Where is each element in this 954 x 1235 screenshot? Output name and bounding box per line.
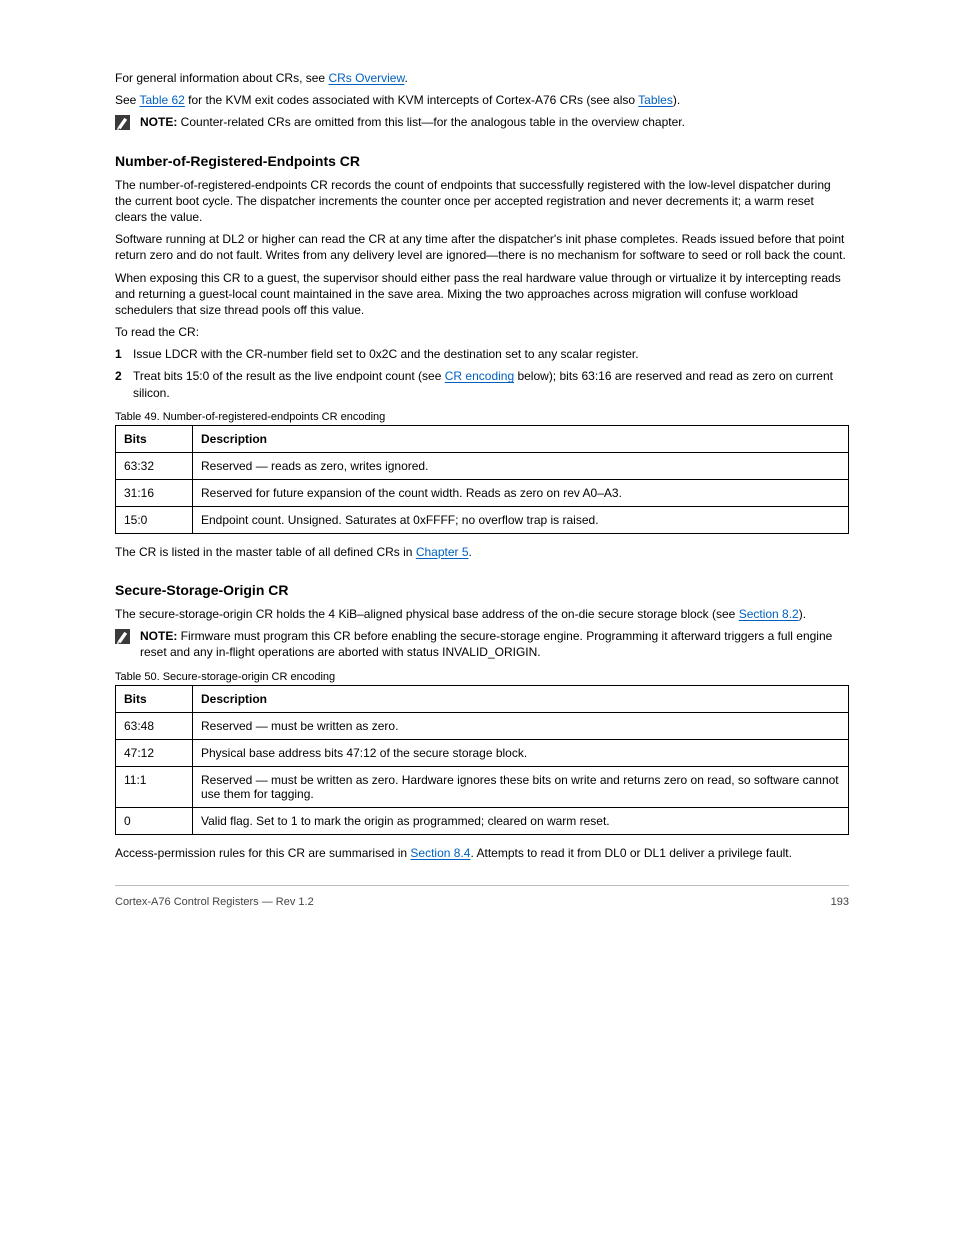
table-header-row: Bits Description [116, 425, 849, 452]
table-row: 31:16 Reserved for future expansion of t… [116, 479, 849, 506]
table-row: 63:48 Reserved — must be written as zero… [116, 712, 849, 739]
kvm-note-body: Counter-related CRs are omitted from thi… [177, 115, 685, 129]
cell-bits: 11:1 [116, 766, 193, 807]
col-desc-header: Description [193, 425, 849, 452]
cr-encoding-link[interactable]: CR encoding [445, 369, 514, 383]
sso-note: NOTE: Firmware must program this CR befo… [115, 628, 849, 660]
sso-post-paragraph: Access-permission rules for this CR are … [115, 845, 849, 861]
cell-bits: 47:12 [116, 739, 193, 766]
footer-divider [115, 885, 849, 886]
section-8-4-link[interactable]: Section 8.4 [410, 846, 470, 860]
intro-text-suffix: . [404, 71, 407, 85]
sso-table: Bits Description 63:48 Reserved — must b… [115, 685, 849, 835]
cell-desc: Reserved for future expansion of the cou… [193, 479, 849, 506]
table-header-row: Bits Description [116, 685, 849, 712]
table-row: 47:12 Physical base address bits 47:12 o… [116, 739, 849, 766]
step-text: Issue LDCR with the CR-number field set … [133, 347, 639, 361]
cell-desc: Endpoint count. Unsigned. Saturates at 0… [193, 506, 849, 533]
sso-heading: Secure-Storage-Origin CR [115, 582, 849, 598]
nre-p4: To read the CR: [115, 324, 849, 340]
nre-post-b: . [469, 545, 472, 559]
nre-p3: When exposing this CR to a guest, the su… [115, 270, 849, 319]
nre-table: Bits Description 63:32 Reserved — reads … [115, 425, 849, 534]
col-desc-header: Description [193, 685, 849, 712]
intro-paragraph: For general information about CRs, see C… [115, 70, 849, 86]
cell-desc: Reserved — reads as zero, writes ignored… [193, 452, 849, 479]
table-62-link[interactable]: Table 62 [139, 93, 184, 107]
nre-post-paragraph: The CR is listed in the master table of … [115, 544, 849, 560]
table-row: 11:1 Reserved — must be written as zero.… [116, 766, 849, 807]
cell-desc: Reserved — must be written as zero. Hard… [193, 766, 849, 807]
sso-post-a: Access-permission rules for this CR are … [115, 846, 410, 860]
nre-step-1: 1Issue LDCR with the CR-number field set… [115, 346, 849, 362]
step-text-a: Treat bits 15:0 of the result as the liv… [133, 369, 445, 383]
col-bits-header: Bits [116, 685, 193, 712]
kvm-note: NOTE: Counter-related CRs are omitted fr… [115, 114, 849, 130]
section-8-2-link[interactable]: Section 8.2 [739, 607, 799, 621]
table-row: 15:0 Endpoint count. Unsigned. Saturates… [116, 506, 849, 533]
cell-desc: Physical base address bits 47:12 of the … [193, 739, 849, 766]
step-number: 2 [115, 368, 133, 384]
kvm-text-suffix: ). [673, 93, 680, 107]
cell-desc: Valid flag. Set to 1 to mark the origin … [193, 807, 849, 834]
step-number: 1 [115, 346, 133, 362]
sso-note-body: Firmware must program this CR before ena… [140, 629, 832, 659]
table-row: 63:32 Reserved — reads as zero, writes i… [116, 452, 849, 479]
nre-heading: Number-of-Registered-Endpoints CR [115, 153, 849, 169]
kvm-paragraph: See Table 62 for the KVM exit codes asso… [115, 92, 849, 108]
col-bits-header: Bits [116, 425, 193, 452]
table-row: 0 Valid flag. Set to 1 to mark the origi… [116, 807, 849, 834]
sso-p-b: ). [799, 607, 806, 621]
cell-bits: 63:48 [116, 712, 193, 739]
crs-overview-link[interactable]: CRs Overview [328, 71, 404, 85]
kvm-text-prefix: See [115, 93, 139, 107]
sso-post-b: . Attempts to read it from DL0 or DL1 de… [470, 846, 791, 860]
sso-paragraph: The secure-storage-origin CR holds the 4… [115, 606, 849, 622]
kvm-text-mid: for the KVM exit codes associated with K… [185, 93, 638, 107]
kvm-note-label: NOTE: [140, 115, 177, 129]
sso-note-text: NOTE: Firmware must program this CR befo… [140, 628, 849, 660]
cell-desc: Reserved — must be written as zero. [193, 712, 849, 739]
cell-bits: 31:16 [116, 479, 193, 506]
sso-note-label: NOTE: [140, 629, 177, 643]
page-footer: Cortex-A76 Control Registers — Rev 1.2 1… [115, 896, 849, 908]
note-icon [115, 629, 130, 644]
tables-link[interactable]: Tables [638, 93, 673, 107]
intro-text-prefix: For general information about CRs, see [115, 71, 328, 85]
cell-bits: 0 [116, 807, 193, 834]
nre-p1: The number-of-registered-endpoints CR re… [115, 177, 849, 226]
sso-table-title: Table 50. Secure-storage-origin CR encod… [115, 671, 849, 683]
note-icon [115, 115, 130, 130]
nre-p2: Software running at DL2 or higher can re… [115, 231, 849, 263]
nre-step-2: 2Treat bits 15:0 of the result as the li… [115, 368, 849, 400]
chapter-5-link[interactable]: Chapter 5 [416, 545, 469, 559]
footer-page-number: 193 [831, 896, 849, 908]
kvm-note-text: NOTE: Counter-related CRs are omitted fr… [140, 114, 685, 130]
cell-bits: 15:0 [116, 506, 193, 533]
nre-table-title: Table 49. Number-of-registered-endpoints… [115, 411, 849, 423]
nre-post-a: The CR is listed in the master table of … [115, 545, 416, 559]
cell-bits: 63:32 [116, 452, 193, 479]
sso-p-a: The secure-storage-origin CR holds the 4… [115, 607, 739, 621]
footer-left: Cortex-A76 Control Registers — Rev 1.2 [115, 896, 314, 908]
